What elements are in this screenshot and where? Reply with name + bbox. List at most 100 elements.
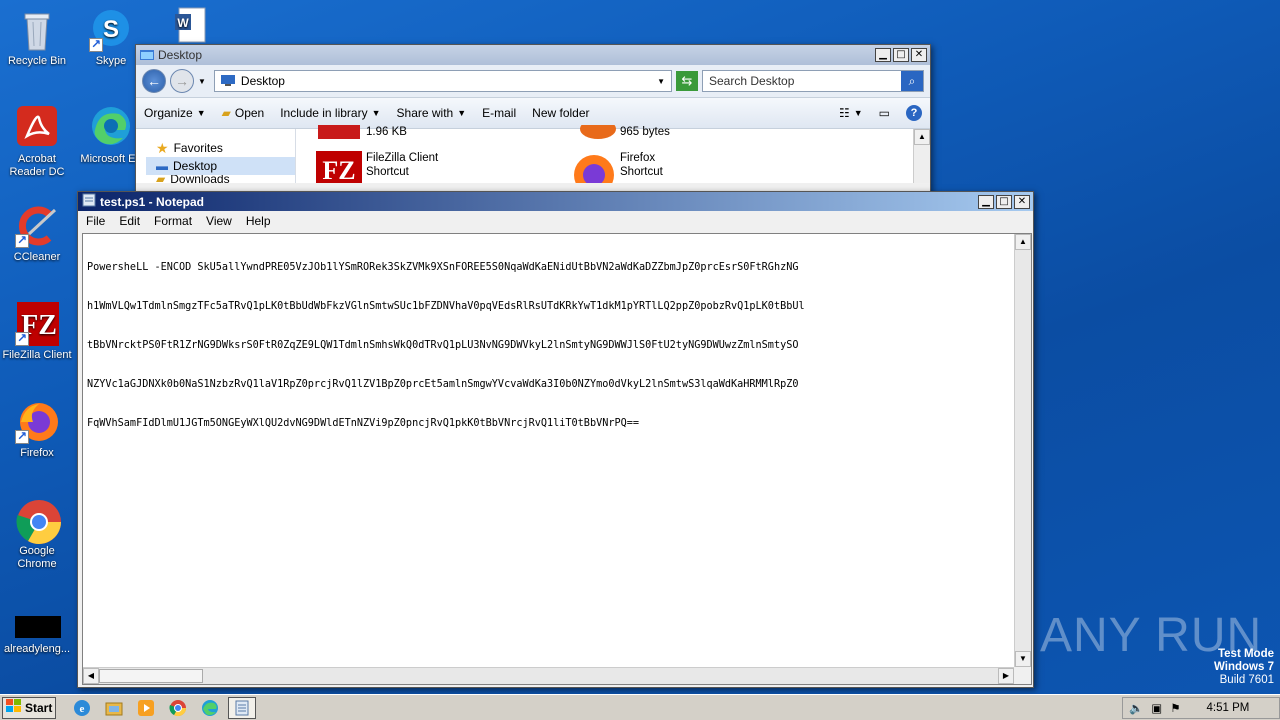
scroll-left-icon[interactable]: ◀ [83, 668, 99, 684]
taskbar-explorer-icon[interactable] [100, 697, 128, 719]
organize-menu[interactable]: Organize ▼ [144, 106, 206, 120]
sidebar-item-downloads[interactable]: ▰ Downloads [156, 175, 295, 183]
maximize-button[interactable]: □ [893, 48, 909, 62]
share-with-menu[interactable]: Share with ▼ [397, 106, 467, 120]
horizontal-scrollbar[interactable]: ◀ ▶ [83, 667, 1014, 684]
desktop-icon-firefox[interactable]: Firefox [0, 400, 74, 460]
file-item-filezilla[interactable]: FZ FileZilla Client Shortcut [316, 151, 438, 185]
search-icon[interactable]: ⌕ [901, 71, 923, 91]
file-size: 965 bytes [620, 126, 670, 138]
menu-edit[interactable]: Edit [119, 214, 140, 228]
search-box[interactable]: Search Desktop ⌕ [702, 70, 924, 92]
desktop-icon-filezilla[interactable]: FZ FileZilla Client [0, 302, 74, 362]
open-folder-icon: ▰ [221, 106, 231, 120]
resize-grip-icon[interactable] [1014, 667, 1031, 684]
text-line: PowersheLL -ENCOD SkU5allYwndPRE05VzJOb1… [87, 262, 799, 273]
open-button[interactable]: ▰ Open [222, 106, 265, 120]
taskbar: Start e 🔈 ▣ ⚑ 4:51 PM [0, 694, 1280, 720]
desktop-icon-label: Recycle Bin [7, 55, 67, 67]
svg-text:FZ: FZ [322, 156, 355, 183]
shortcut-arrow-icon [15, 429, 29, 444]
menu-help[interactable]: Help [246, 214, 271, 228]
minimize-button[interactable]: ▁ [875, 48, 891, 62]
scroll-up-icon[interactable]: ▲ [1015, 234, 1031, 250]
help-icon[interactable]: ? [906, 105, 922, 121]
desktop-location-icon: ▬ [156, 159, 168, 173]
close-button[interactable]: ✕ [911, 48, 927, 62]
preview-pane-icon[interactable]: ▭ [879, 106, 890, 120]
scroll-down-icon[interactable]: ▼ [1015, 651, 1031, 667]
vertical-scrollbar[interactable]: ▲ ▼ [1014, 234, 1031, 667]
notepad-titlebar[interactable]: test.ps1 - Notepad ▁ □ ✕ [78, 192, 1033, 211]
desktop-icon-label: FileZilla Client [2, 349, 72, 361]
history-dropdown-icon[interactable]: ▼ [198, 77, 206, 86]
refresh-icon[interactable]: ⇆ [676, 71, 698, 91]
close-button[interactable]: ✕ [1014, 194, 1030, 209]
orange-file-icon [570, 119, 616, 141]
ccleaner-icon [15, 204, 59, 248]
black-file-icon [15, 614, 61, 640]
address-dropdown-icon[interactable]: ▼ [657, 77, 665, 86]
explorer-vscroll[interactable]: ▲ [913, 129, 930, 183]
back-arrow-icon[interactable]: ← [142, 69, 166, 93]
menu-view[interactable]: View [206, 214, 232, 228]
recycle-bin-icon [15, 8, 59, 52]
volume-icon[interactable]: 🔈 [1129, 701, 1143, 715]
notepad-text-area[interactable]: PowersheLL -ENCOD SkU5allYwndPRE05VzJOb1… [82, 233, 1032, 685]
explorer-body: ★ Favorites ▬ Desktop ▰ Downloads 1.96 KB 9… [136, 119, 930, 195]
red-file-icon [316, 125, 362, 141]
forward-arrow-icon[interactable]: → [170, 69, 194, 93]
filezilla-icon: FZ [316, 151, 362, 185]
address-bar[interactable]: Desktop ▼ [213, 70, 672, 92]
menu-format[interactable]: Format [154, 214, 192, 228]
shortcut-arrow-icon [15, 331, 29, 346]
build-label: Build 7601 [1219, 674, 1274, 686]
horizontal-scroll-thumb[interactable] [99, 669, 203, 683]
edge-icon [89, 106, 133, 150]
explorer-toolbar: Organize ▼ ▰ Open Include in library ▼ Shar… [136, 97, 930, 129]
taskbar-ie-icon[interactable]: e [68, 697, 96, 719]
file-item[interactable]: 965 bytes [570, 119, 670, 141]
taskbar-notepad-icon[interactable] [228, 696, 256, 719]
file-list: 1.96 KB 965 bytes FZ FileZilla Client Sho… [296, 119, 930, 195]
clock[interactable]: 4:51 PM [1207, 702, 1250, 714]
scroll-right-icon[interactable]: ▶ [998, 668, 1014, 684]
minimize-button[interactable]: ▁ [978, 194, 994, 209]
new-folder-button[interactable]: New folder [532, 106, 589, 120]
explorer-window[interactable]: Desktop ▁ □ ✕ ← → ▼ Desktop ▼ ⇆ Search D… [135, 44, 931, 204]
sidebar-item-favorites[interactable]: ★ Favorites [156, 139, 295, 157]
sidebar-item-desktop[interactable]: ▬ Desktop [146, 157, 295, 175]
scroll-up-icon[interactable]: ▲ [914, 129, 930, 145]
start-button[interactable]: Start [2, 696, 56, 719]
desktop-icon-recycle-bin[interactable]: Recycle Bin [0, 8, 74, 68]
search-input[interactable]: Search Desktop [709, 74, 901, 88]
taskbar-edge-icon[interactable] [196, 697, 224, 719]
network-icon[interactable]: ▣ [1151, 701, 1162, 715]
svg-text:W: W [177, 16, 189, 30]
chevron-down-icon: ▼ [196, 108, 206, 118]
desktop-icon-acrobat[interactable]: Acrobat Reader DC [0, 106, 74, 179]
firefox-icon [15, 400, 59, 444]
text-line: h1WmVLQw1TdmlnSmgzTFc5aTRvQ1pLK0tBbUdWbF… [87, 301, 805, 312]
desktop-icon-alreadyleng[interactable]: alreadyleng... [0, 614, 74, 656]
file-item[interactable]: 1.96 KB [316, 125, 407, 141]
desktop-icon-label: Google Chrome [17, 545, 57, 570]
menu-file[interactable]: File [86, 214, 105, 228]
desktop-location-icon [220, 74, 235, 89]
explorer-titlebar[interactable]: Desktop ▁ □ ✕ [136, 45, 930, 65]
include-in-library-menu[interactable]: Include in library ▼ [280, 106, 380, 120]
notepad-window[interactable]: test.ps1 - Notepad ▁ □ ✕ File Edit Forma… [77, 191, 1034, 688]
maximize-button[interactable]: □ [996, 194, 1012, 209]
view-options-icon[interactable]: ☷ ▼ [839, 106, 863, 120]
file-item-firefox[interactable]: Firefox Shortcut [570, 151, 663, 195]
notepad-content[interactable]: PowersheLL -ENCOD SkU5allYwndPRE05VzJOb1… [87, 235, 1011, 456]
os-label: Windows 7 [1214, 661, 1274, 673]
file-type: Shortcut [620, 166, 663, 178]
desktop-icon-ccleaner[interactable]: CCleaner [0, 204, 74, 264]
email-button[interactable]: E-mail [482, 106, 516, 120]
taskbar-media-player-icon[interactable] [132, 697, 160, 719]
taskbar-chrome-icon[interactable] [164, 697, 192, 719]
chevron-down-icon: ▼ [371, 108, 381, 118]
desktop-icon-chrome[interactable]: Google Chrome [0, 498, 74, 571]
action-center-flag-icon[interactable]: ⚑ [1170, 701, 1180, 715]
